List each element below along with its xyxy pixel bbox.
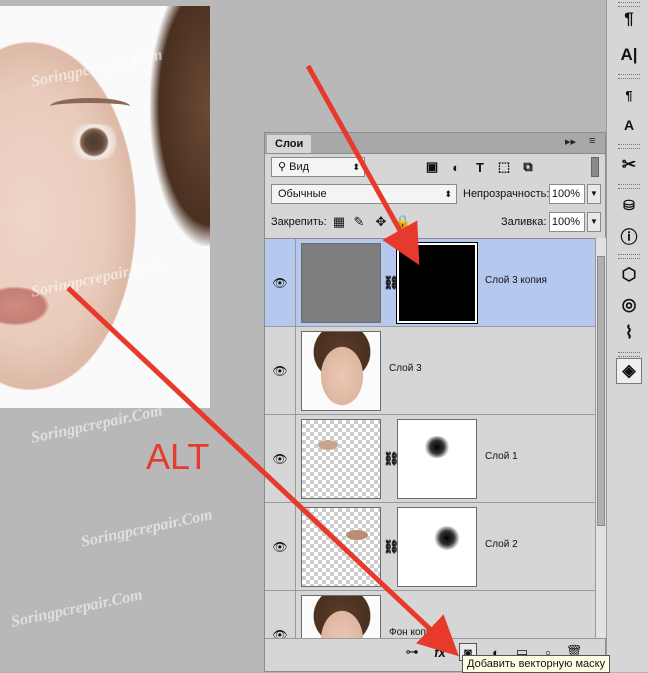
fill-dropdown-icon[interactable]: ▼ bbox=[587, 212, 601, 232]
visibility-eye-icon[interactable]: 👁 bbox=[265, 503, 296, 590]
layer-thumbnail[interactable] bbox=[301, 243, 381, 323]
alt-annotation: ALT bbox=[146, 436, 210, 477]
mask-blob bbox=[434, 526, 460, 550]
filter-toggle[interactable] bbox=[591, 157, 599, 177]
opacity-label: Непрозрачность: bbox=[463, 188, 550, 200]
eyebrow bbox=[50, 98, 130, 115]
shape-filter-icon[interactable]: ⬚ bbox=[495, 158, 513, 176]
hair-region bbox=[150, 6, 210, 246]
layer-name[interactable]: Фон копия bbox=[389, 627, 437, 638]
dock-grip[interactable] bbox=[618, 254, 640, 259]
panel-tabbar: Слои ▸▸ ≡ bbox=[265, 133, 605, 154]
blend-mode-value: Обычные bbox=[278, 188, 327, 200]
visibility-eye-icon[interactable]: 👁 bbox=[265, 591, 296, 639]
layer-thumbnail[interactable] bbox=[301, 507, 381, 587]
lock-position-icon[interactable]: ✥ bbox=[373, 212, 389, 232]
adjustment-filter-icon[interactable]: ◐ bbox=[447, 158, 465, 176]
dock-grip[interactable] bbox=[618, 352, 640, 357]
panel-menu-icon[interactable]: ≡ bbox=[589, 135, 595, 147]
channels-icon[interactable]: ◎ bbox=[616, 292, 642, 318]
search-icon: ⚲ bbox=[278, 161, 287, 173]
type-filter-icon[interactable]: T bbox=[471, 158, 489, 176]
eye-fragment bbox=[318, 440, 338, 450]
layers-icon[interactable]: ◈ bbox=[616, 358, 642, 384]
lock-transparent-icon[interactable]: ▦ bbox=[331, 212, 347, 232]
layer-filter-select[interactable]: ⚲ Вид ⬍ bbox=[271, 157, 365, 177]
right-panel-dock: ¶ A| ¶ A ✂ ⛁ ⓘ ⬡ ◎ ⌇ ◈ bbox=[606, 0, 648, 672]
layer-row[interactable]: 👁 Фон копия bbox=[265, 591, 595, 639]
3d-icon[interactable]: ⛁ bbox=[616, 192, 642, 218]
opacity-input[interactable]: 100% bbox=[549, 184, 585, 204]
visibility-eye-icon[interactable]: 👁 bbox=[265, 415, 296, 502]
layer-thumbnail[interactable] bbox=[301, 419, 381, 499]
character-icon[interactable]: A| bbox=[616, 42, 642, 68]
lock-paint-icon[interactable]: ✎ bbox=[351, 212, 367, 232]
lips bbox=[0, 286, 50, 326]
paragraph-styles-icon[interactable]: ¶ bbox=[616, 82, 642, 108]
smart-object-filter-icon[interactable]: ⧉ bbox=[519, 158, 537, 176]
tab-layers[interactable]: Слои bbox=[267, 135, 312, 153]
paths-icon[interactable]: ⌇ bbox=[616, 320, 642, 346]
layers-scrollbar[interactable] bbox=[595, 238, 606, 638]
layer-mask-thumbnail[interactable] bbox=[397, 419, 477, 499]
layer-row[interactable]: 👁 Слой 3 bbox=[265, 327, 595, 415]
mask-blob bbox=[424, 436, 450, 458]
layer-name[interactable]: Слой 3 копия bbox=[485, 275, 547, 286]
layer-row[interactable]: 👁 ⛓ Слой 3 копия bbox=[265, 239, 595, 327]
dock-grip[interactable] bbox=[618, 144, 640, 149]
lock-label: Закрепить: bbox=[271, 216, 327, 228]
layer-mask-thumbnail[interactable] bbox=[396, 242, 478, 324]
add-mask-tooltip: Добавить векторную маску bbox=[462, 655, 611, 673]
lock-all-icon[interactable]: 🔒 bbox=[395, 212, 411, 232]
filter-value: Вид bbox=[289, 161, 310, 173]
layers-panel: Слои ▸▸ ≡ ⚲ Вид ⬍ ▣ ◐ T ⬚ ⧉ Обычные ⬍ Не… bbox=[264, 132, 606, 672]
chevron-updown-icon: ⬍ bbox=[444, 189, 452, 199]
info-icon[interactable]: ⓘ bbox=[616, 222, 642, 248]
layer-name[interactable]: Слой 3 bbox=[389, 363, 422, 374]
layers-list: 👁 ⛓ Слой 3 копия 👁 Слой 3 👁 ⛓ Слой 1 👁 ⛓… bbox=[265, 238, 595, 639]
character-styles-icon[interactable]: A bbox=[616, 112, 642, 138]
visibility-eye-icon[interactable]: 👁 bbox=[265, 239, 296, 326]
pixel-filter-icon[interactable]: ▣ bbox=[423, 158, 441, 176]
chevron-updown-icon: ⬍ bbox=[352, 162, 360, 172]
collapse-icon[interactable]: ▸▸ bbox=[565, 135, 576, 148]
eye-fragment bbox=[346, 530, 368, 540]
watermark: Soringpcrepair.Com bbox=[9, 586, 145, 631]
layer-row[interactable]: 👁 ⛓ Слой 2 bbox=[265, 503, 595, 591]
paragraph-icon[interactable]: ¶ bbox=[616, 6, 642, 32]
blend-mode-select[interactable]: Обычные ⬍ bbox=[271, 184, 457, 204]
tools-preset-icon[interactable]: ✂ bbox=[616, 152, 642, 178]
fill-label: Заливка: bbox=[501, 216, 547, 228]
visibility-eye-icon[interactable]: 👁 bbox=[265, 327, 296, 414]
layer-thumbnail[interactable] bbox=[301, 595, 381, 639]
layer-name[interactable]: Слой 1 bbox=[485, 451, 518, 462]
layer-row[interactable]: 👁 ⛓ Слой 1 bbox=[265, 415, 595, 503]
watermark: Soringpcrepair.Com bbox=[79, 506, 215, 551]
eye bbox=[58, 124, 130, 160]
fx-icon[interactable]: fx bbox=[431, 643, 449, 661]
dock-grip[interactable] bbox=[618, 74, 640, 79]
layer-mask-thumbnail[interactable] bbox=[397, 507, 477, 587]
link-layers-icon[interactable]: ⊶ bbox=[403, 643, 421, 661]
dock-grip[interactable] bbox=[618, 184, 640, 189]
fill-input[interactable]: 100% bbox=[549, 212, 585, 232]
layer-thumbnail[interactable] bbox=[301, 331, 381, 411]
watermark: Soringpcrepair.Com bbox=[29, 402, 165, 447]
layer-name[interactable]: Слой 2 bbox=[485, 539, 518, 550]
opacity-dropdown-icon[interactable]: ▼ bbox=[587, 184, 601, 204]
face-photo bbox=[0, 6, 210, 408]
scrollbar-thumb[interactable] bbox=[597, 256, 605, 526]
cube-icon[interactable]: ⬡ bbox=[616, 262, 642, 288]
